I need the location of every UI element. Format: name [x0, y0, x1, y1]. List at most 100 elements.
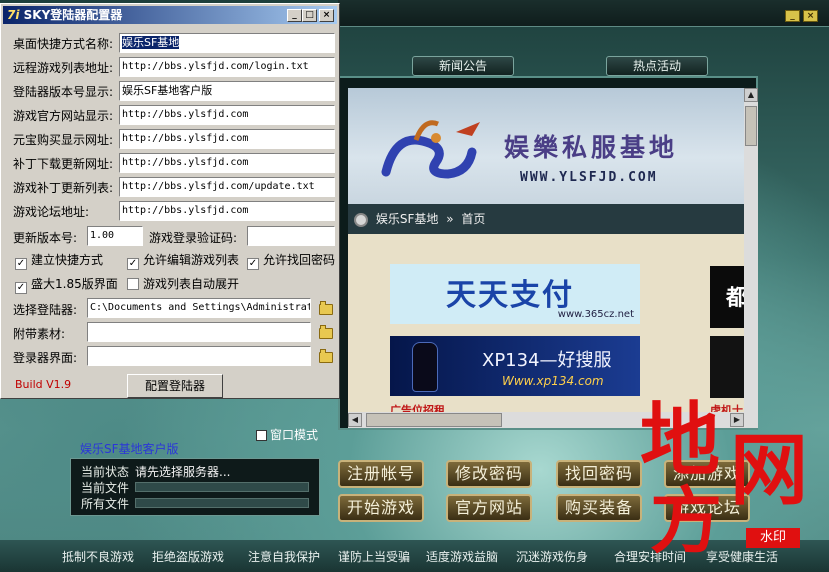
news-vertical-scrollbar[interactable]: ▲: [744, 88, 758, 428]
side-ad-char: 都: [726, 286, 744, 311]
ingot-purchase-input[interactable]: http://bbs.ylsfjd.com: [119, 129, 335, 149]
bottle-icon: [412, 342, 438, 392]
shortcut-name-label: 桌面快捷方式名称:: [13, 37, 114, 51]
allow-recover-password-checkbox[interactable]: ✓ 允许找回密码: [247, 251, 335, 270]
minimize-button[interactable]: _: [287, 9, 302, 22]
app-logo-icon: 7i: [7, 8, 20, 22]
status-panel: 当前状态 请先选择服务器... 当前文件 所有文件: [70, 458, 320, 516]
select-launcher-label: 选择登陆器:: [13, 303, 78, 317]
breadcrumb-home-link[interactable]: 首页: [461, 212, 485, 226]
buy-equipment-button[interactable]: 购买装备: [556, 494, 642, 522]
footer-slogan: 适度游戏益脑: [426, 550, 499, 564]
window-mode-checkbox[interactable]: 窗口模式: [256, 426, 318, 443]
create-shortcut-checkbox[interactable]: ✓ 建立快捷方式: [15, 251, 103, 270]
checkbox-checked-icon[interactable]: ✓: [127, 258, 139, 270]
dialog-title-bar[interactable]: 7i SKY登陆器配置器 _ □ ×: [3, 6, 337, 24]
configure-launcher-button[interactable]: 配置登陆器: [127, 374, 223, 398]
allow-edit-list-checkbox[interactable]: ✓ 允许编辑游戏列表: [127, 251, 239, 270]
recover-password-button[interactable]: 找回密码: [556, 460, 642, 488]
scroll-thumb[interactable]: [745, 106, 757, 146]
build-version-label: Build V1.9: [15, 378, 72, 391]
scroll-left-arrow-icon[interactable]: ◀: [348, 413, 362, 427]
patch-download-input[interactable]: http://bbs.ylsfjd.com: [119, 153, 335, 173]
launcher-minimize-button[interactable]: _: [785, 10, 800, 22]
status-value: 请先选择服务器...: [135, 465, 231, 479]
allow-edit-list-label: 允许编辑游戏列表: [143, 253, 240, 267]
status-label: 当前状态: [81, 465, 130, 479]
select-launcher-input[interactable]: C:\Documents and Settings\Administrat: [87, 298, 311, 318]
shanda-ui-label: 盛大1.85版界面: [31, 277, 118, 291]
verify-code-label: 游戏登录验证码:: [149, 231, 238, 245]
game-list-url-label: 远程游戏列表地址:: [13, 61, 114, 75]
forum-url-input[interactable]: http://bbs.ylsfjd.com: [119, 201, 335, 221]
patch-list-label: 游戏补丁更新列表:: [13, 181, 114, 195]
checkbox-checked-icon[interactable]: ✓: [15, 282, 27, 294]
update-version-label: 更新版本号:: [13, 231, 78, 245]
checkbox-unchecked-icon[interactable]: [127, 278, 139, 290]
register-account-button[interactable]: 注册帐号: [338, 460, 424, 488]
checkbox-checked-icon[interactable]: ✓: [247, 258, 259, 270]
h-scroll-thumb[interactable]: [366, 413, 502, 427]
watermark-badge: 水印: [746, 528, 800, 548]
start-game-button[interactable]: 开始游戏: [338, 494, 424, 522]
ad-banner-xp134[interactable]: XP134—好搜服 Www.xp134.com: [390, 336, 640, 396]
official-site-label: 游戏官方网站显示:: [13, 109, 114, 123]
browse-launcher-folder-icon[interactable]: [319, 301, 333, 315]
breadcrumb-separator: »: [446, 212, 454, 226]
launcher-close-button[interactable]: ×: [803, 10, 818, 22]
verify-code-input[interactable]: [247, 226, 335, 246]
update-version-input[interactable]: 1.00: [87, 226, 143, 246]
launcher-ui-input[interactable]: [87, 346, 311, 366]
version-display-input[interactable]: 娱乐SF基地客户版: [119, 81, 335, 101]
scroll-up-arrow-icon[interactable]: ▲: [744, 88, 758, 102]
close-button[interactable]: ×: [319, 9, 334, 22]
attach-material-input[interactable]: [87, 322, 311, 342]
shortcut-name-input[interactable]: 娱乐SF基地: [119, 33, 335, 53]
footer-slogan: 抵制不良游戏: [62, 550, 135, 564]
launcher-ui-label: 登录器界面:: [13, 351, 78, 365]
footer-slogan: 注意自我保护: [248, 550, 321, 564]
side-ad-1[interactable]: 都: [710, 266, 744, 328]
window-mode-box[interactable]: [256, 430, 267, 441]
change-password-button[interactable]: 修改密码: [446, 460, 532, 488]
attach-material-label: 附带素材:: [13, 327, 66, 341]
browse-material-folder-icon[interactable]: [319, 325, 333, 339]
tab-news[interactable]: 新闻公告: [412, 56, 514, 76]
ad-pay-text: 天天支付: [446, 278, 574, 313]
watermark-stamp: 方: [650, 478, 723, 563]
footer-slogan: 谨防上当受骗: [338, 550, 411, 564]
watermark-stamp: 网: [730, 425, 809, 516]
official-site-input[interactable]: http://bbs.ylsfjd.com: [119, 105, 335, 125]
patch-list-input[interactable]: http://bbs.ylsfjd.com/update.txt: [119, 177, 335, 197]
breadcrumb: 娱乐SF基地 » 首页: [348, 204, 744, 234]
ad-pay-url: www.365cz.net: [557, 309, 634, 320]
config-dialog: 7i SKY登陆器配置器 _ □ × 桌面快捷方式名称: 娱乐SF基地 远程游戏…: [0, 3, 340, 399]
ad-xp134-url: Www.xp134.com: [502, 374, 604, 388]
breadcrumb-site-link[interactable]: 娱乐SF基地: [376, 212, 439, 226]
banner-title: 娱樂私服基地: [504, 133, 679, 162]
auto-expand-list-label: 游戏列表自动展开: [143, 277, 240, 291]
footer-slogan: 沉迷游戏伤身: [516, 550, 589, 564]
shortcut-name-value: 娱乐SF基地: [122, 36, 180, 49]
banner-url: WWW.YLSFJD.COM: [520, 170, 658, 185]
site-logo-icon: [354, 212, 368, 227]
current-file-progress: [135, 482, 309, 492]
create-shortcut-label: 建立快捷方式: [31, 253, 104, 267]
window-mode-label: 窗口模式: [270, 428, 319, 442]
auto-expand-list-checkbox[interactable]: 游戏列表自动展开: [127, 275, 239, 292]
maximize-button[interactable]: □: [302, 9, 317, 22]
all-files-label: 所有文件: [81, 497, 130, 511]
shanda-ui-checkbox[interactable]: ✓ 盛大1.85版界面: [15, 275, 118, 294]
checkbox-checked-icon[interactable]: ✓: [15, 258, 27, 270]
game-list-url-input[interactable]: http://bbs.ylsfjd.com/login.txt: [119, 57, 335, 77]
browse-ui-folder-icon[interactable]: [319, 349, 333, 363]
official-site-button[interactable]: 官方网站: [446, 494, 532, 522]
ad-banner-pay[interactable]: 天天支付 www.365cz.net: [390, 264, 640, 324]
version-display-label: 登陆器版本号显示:: [13, 85, 114, 99]
patch-download-label: 补丁下载更新网址:: [13, 157, 114, 171]
launcher-title-bar: _ ×: [338, 0, 829, 27]
tab-events[interactable]: 热点活动: [606, 56, 708, 76]
client-version-label: 娱乐SF基地客户版: [80, 442, 179, 456]
forum-url-label: 游戏论坛地址:: [13, 205, 90, 219]
dialog-title: SKY登陆器配置器: [23, 8, 123, 22]
